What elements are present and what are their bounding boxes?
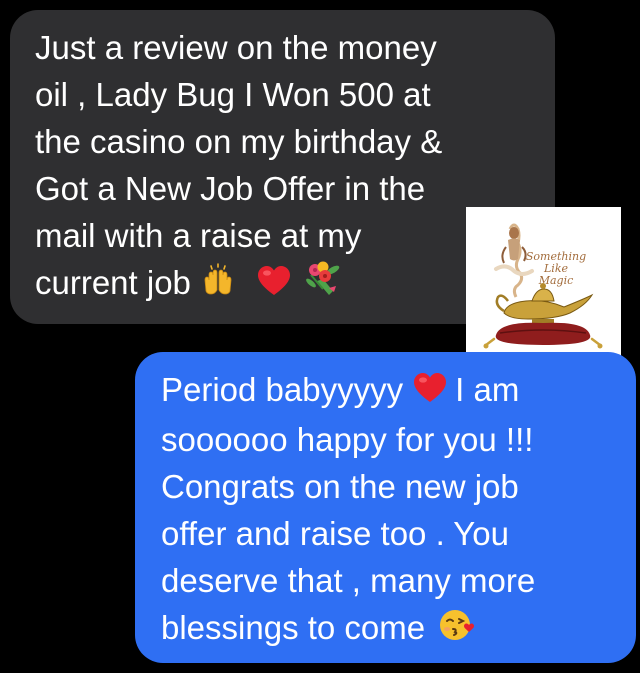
sent-message-line-6: blessings to come — [161, 608, 426, 646]
red-heart-icon — [413, 369, 447, 416]
logo-text-line-1: Something Like — [525, 250, 587, 275]
magic-lamp-icon — [495, 283, 594, 324]
sent-message-line-1b: I am — [455, 371, 520, 408]
raising-hands-icon — [201, 262, 235, 309]
red-heart-icon — [257, 262, 291, 309]
logo-text: Something Like Magic — [516, 251, 596, 287]
received-message-line-6-row: current job — [35, 259, 535, 309]
received-message-line-4: Got a New Job Offer in the — [35, 170, 426, 207]
sent-message-line-1a: Period babyyyyy — [161, 371, 404, 408]
bouquet-icon — [303, 261, 343, 309]
logo-text-line-2: Magic — [538, 274, 574, 287]
sent-message-line-5: deserve that , many more — [161, 561, 536, 599]
sent-message-line-1-row: Period babyyyyy I am — [161, 366, 626, 416]
kissing-face-heart-icon — [439, 607, 475, 654]
received-message-line-5: mail with a raise at my — [35, 217, 362, 254]
received-message-line-2: oil , Lady Bug I Won 500 at — [35, 76, 431, 113]
received-message-line-6: current job — [35, 264, 191, 301]
sent-message-line-3: Congrats on the new job — [161, 467, 519, 505]
sent-message-line-6-row: blessings to come — [161, 604, 626, 654]
received-message-line-1: Just a review on the money — [35, 29, 437, 66]
received-message-line-3: the casino on my birthday & — [35, 123, 443, 160]
sent-message-bubble[interactable]: Period babyyyyy I am soooooo happy for y… — [135, 352, 636, 663]
pillow-icon — [483, 322, 603, 349]
sent-message-line-4: offer and raise too . You — [161, 514, 509, 552]
sent-message-line-2: soooooo happy for you !!! — [161, 420, 534, 458]
something-like-magic-logo: Something Like Magic — [466, 207, 621, 360]
